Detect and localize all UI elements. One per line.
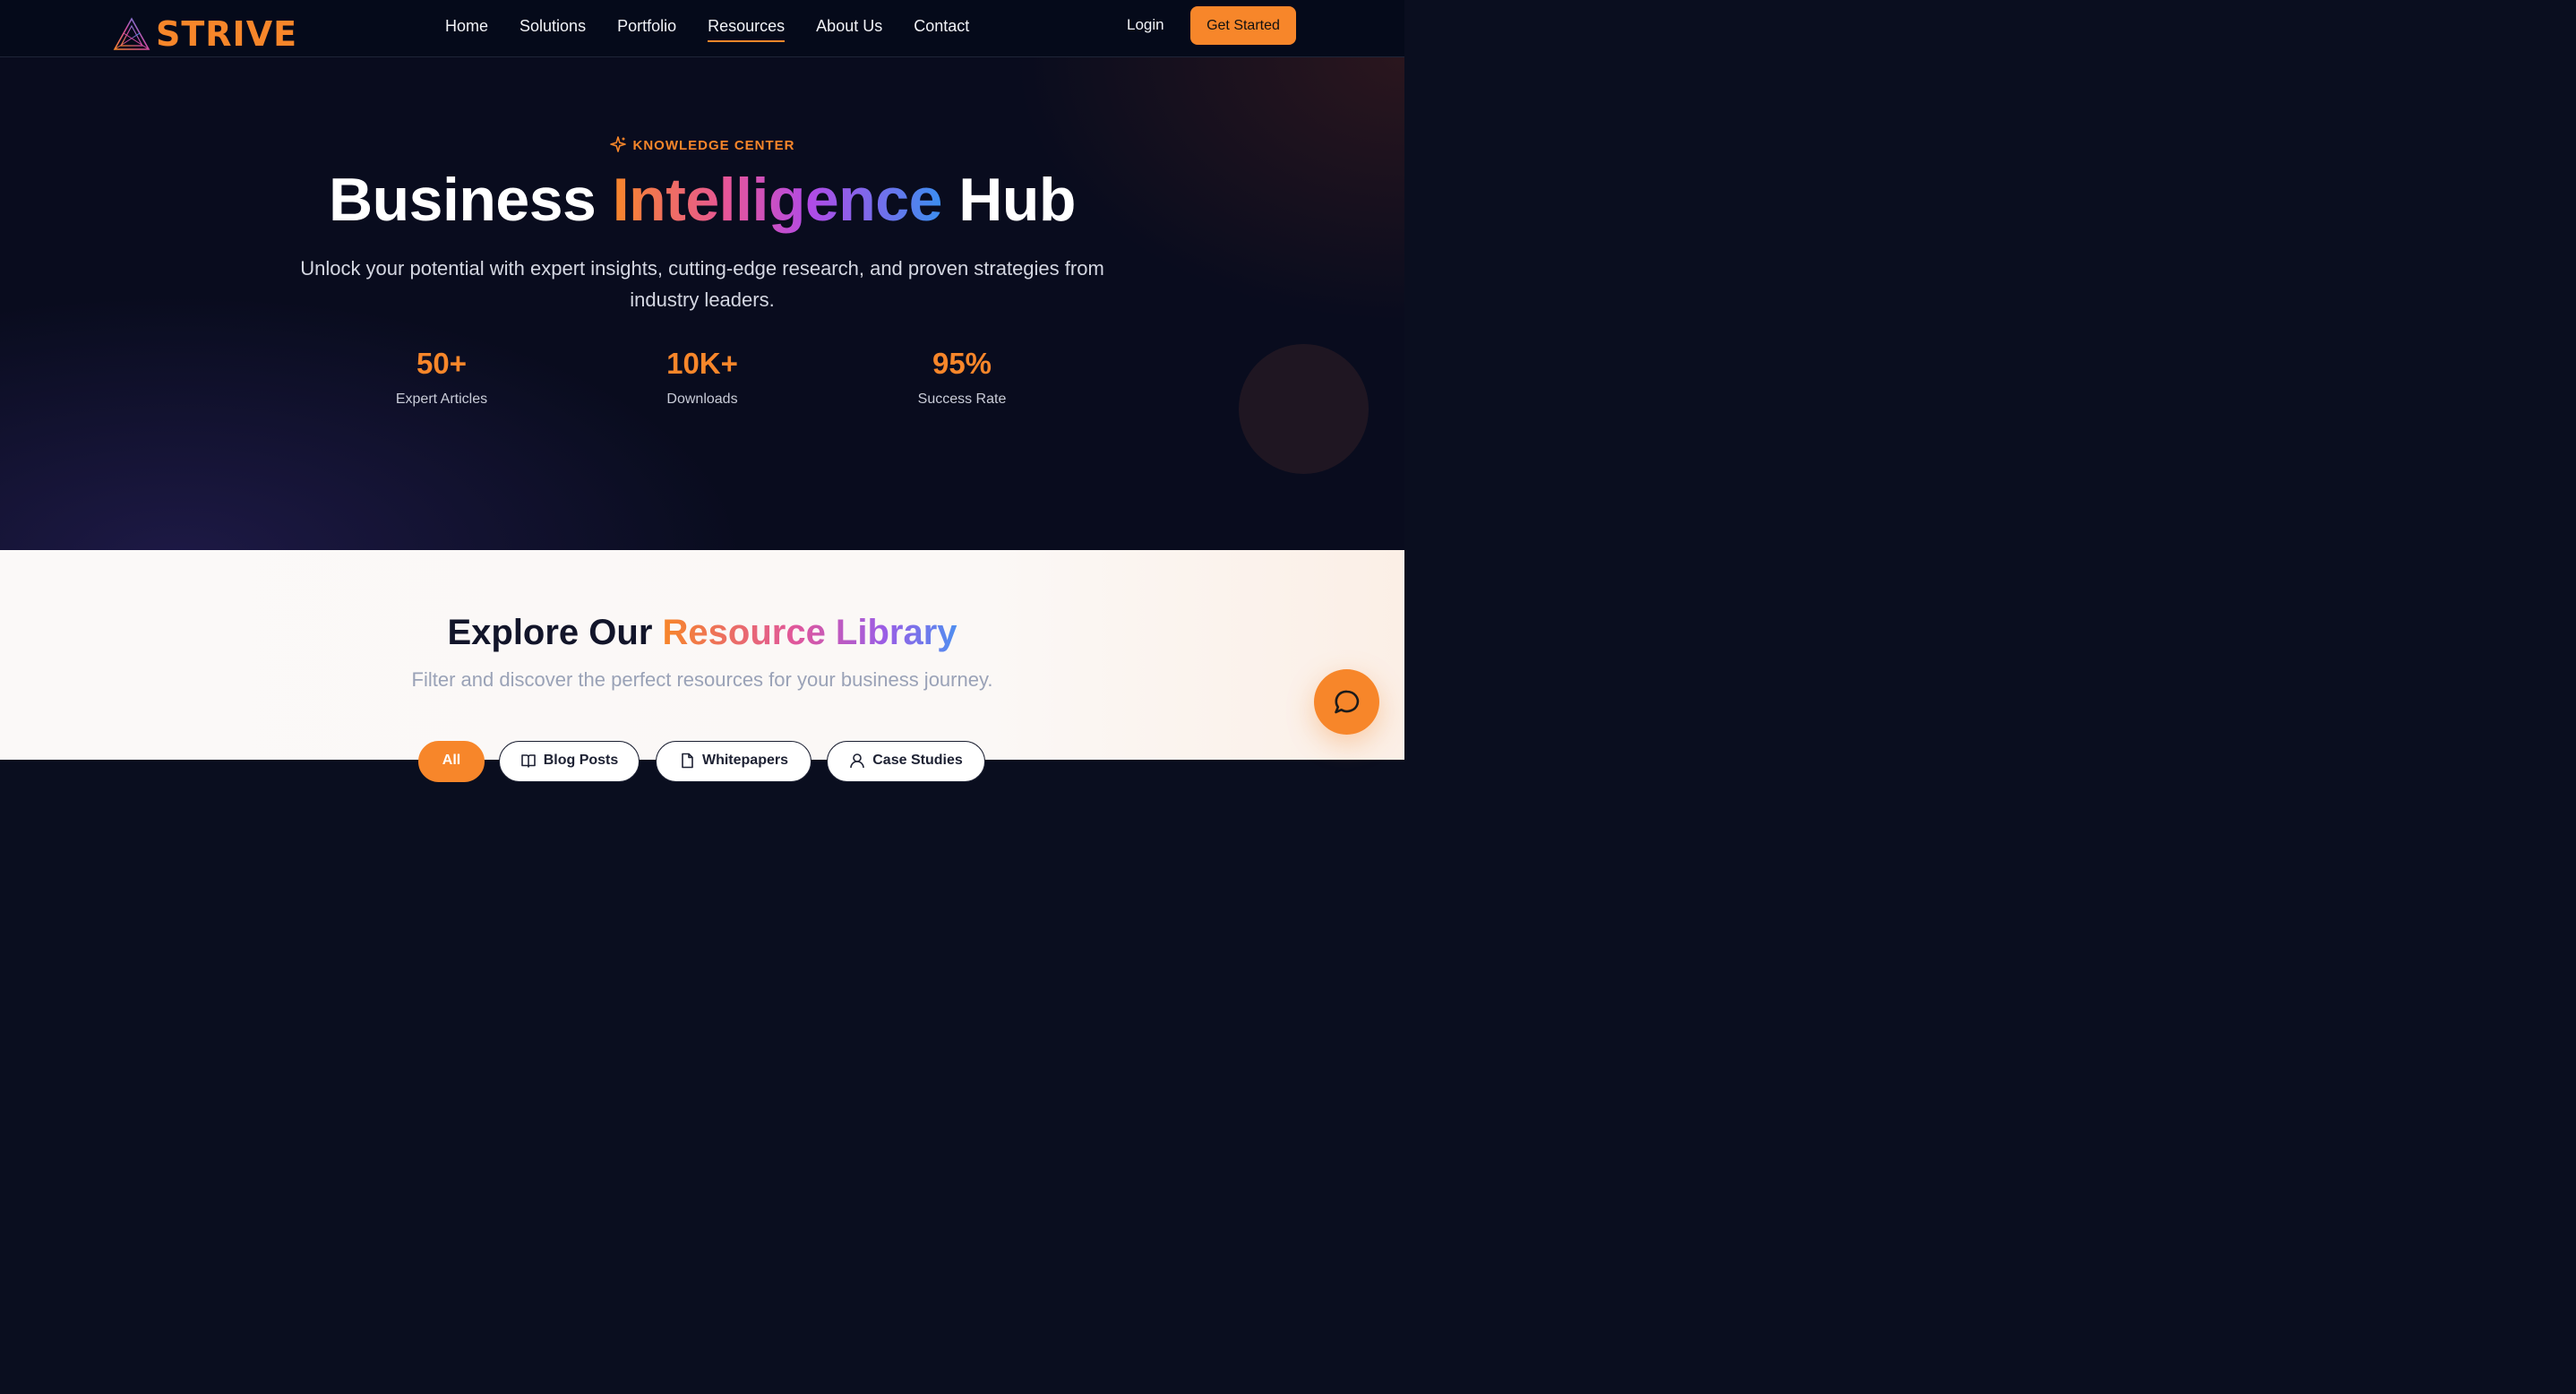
main-nav: Home Solutions Portfolio Resources About…	[445, 0, 1000, 52]
hero-title-start: Business	[329, 166, 613, 234]
nav-resources-link[interactable]: Resources	[708, 17, 786, 42]
stat-success-rate: 95% Success Rate	[854, 344, 1069, 408]
filter-label: Blog Posts	[543, 753, 619, 768]
hero-eyebrow: KNOWLEDGE CENTER	[0, 136, 1404, 153]
stat-value: 10K+	[666, 347, 738, 380]
chat-bubble-icon	[1334, 690, 1359, 713]
library-title-highlight: Resource Library	[662, 613, 957, 652]
hero-subtitle: Unlock your potential with expert insigh…	[254, 253, 1150, 315]
hero-title-highlight: Intelligence	[612, 166, 943, 234]
hero-title: Business Intelligence Hub	[0, 163, 1404, 237]
filter-all-button[interactable]: All	[418, 741, 485, 782]
hero-subtitle-line2: industry leaders.	[630, 288, 775, 311]
filter-label: Whitepapers	[701, 753, 788, 768]
book-open-icon	[520, 754, 536, 768]
filter-label: Case Studies	[872, 753, 963, 768]
document-icon	[682, 753, 693, 769]
login-link[interactable]: Login	[1127, 16, 1164, 34]
user-icon	[850, 753, 865, 769]
prism-triangle-icon	[113, 17, 150, 50]
resource-library-section: Explore Our Resource Library Filter and …	[0, 550, 1404, 782]
stat-value: 50+	[416, 347, 467, 380]
library-title: Explore Our Resource Library	[0, 611, 1404, 654]
library-subtitle: Filter and discover the perfect resource…	[411, 668, 993, 691]
sparkle-icon	[609, 136, 626, 152]
decorative-circle	[1239, 344, 1369, 474]
filter-whitepapers-button[interactable]: Whitepapers	[656, 741, 811, 782]
hero-eyebrow-label: KNOWLEDGE CENTER	[632, 138, 795, 153]
hero-section: KNOWLEDGE CENTER Business Intelligence H…	[0, 57, 1404, 550]
stat-label: Success Rate	[917, 392, 1007, 407]
library-title-start: Explore Our	[447, 613, 663, 652]
chat-button[interactable]	[1314, 669, 1379, 735]
filter-label: All	[442, 753, 461, 768]
nav-solutions-link[interactable]: Solutions	[519, 17, 586, 36]
stat-downloads: 10K+ Downloads	[595, 344, 810, 408]
top-navbar: STRIVE Home Solutions Portfolio Resource…	[0, 0, 1404, 57]
stat-label: Downloads	[666, 392, 738, 407]
stat-expert-articles: 50+ Expert Articles	[334, 344, 549, 408]
stat-value: 95%	[932, 347, 992, 380]
nav-contact-link[interactable]: Contact	[914, 17, 969, 36]
brand-name: STRIVE	[156, 14, 298, 54]
hero-title-end: Hub	[941, 166, 1076, 234]
filter-case-studies-button[interactable]: Case Studies	[827, 741, 985, 782]
nav-home-link[interactable]: Home	[445, 17, 488, 36]
get-started-button[interactable]: Get Started	[1190, 6, 1296, 45]
nav-about-link[interactable]: About Us	[816, 17, 882, 36]
brand-logo[interactable]: STRIVE	[113, 16, 297, 52]
nav-portfolio-link[interactable]: Portfolio	[617, 17, 676, 36]
hero-subtitle-line1: Unlock your potential with expert insigh…	[300, 257, 1104, 280]
filter-blog-posts-button[interactable]: Blog Posts	[499, 741, 640, 782]
stat-label: Expert Articles	[395, 392, 488, 407]
